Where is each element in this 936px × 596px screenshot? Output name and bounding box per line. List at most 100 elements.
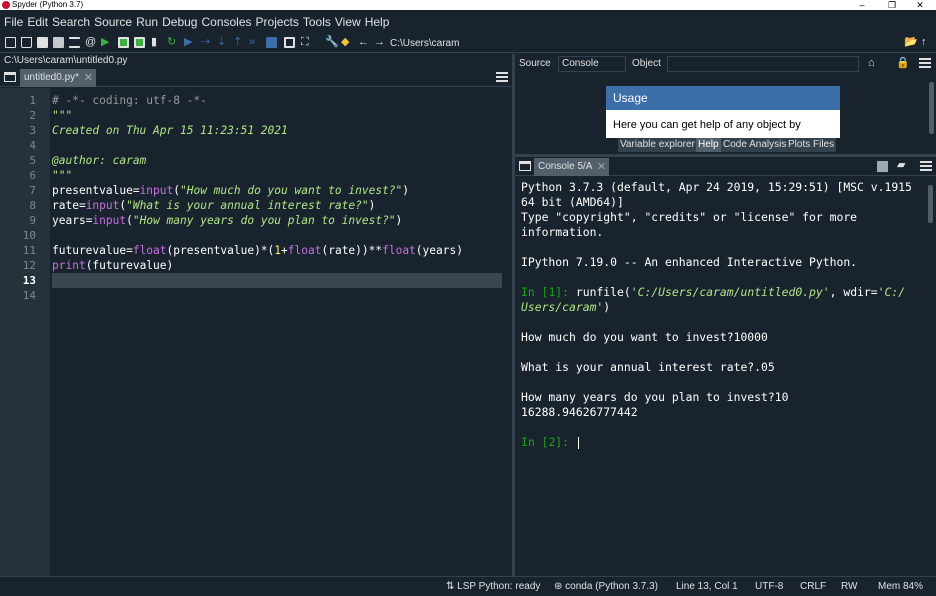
- menu-tools[interactable]: Tools: [303, 15, 331, 29]
- code-line[interactable]: """: [52, 168, 72, 183]
- menu-run[interactable]: Run: [136, 15, 158, 29]
- code-area[interactable]: # -*- coding: utf-8 -*- """ Created on Thu…: [52, 88, 502, 576]
- code-line[interactable]: # -*- coding: utf-8 -*-: [52, 93, 207, 108]
- save-all-icon[interactable]: [53, 37, 64, 48]
- stop-icon[interactable]: [266, 37, 277, 48]
- code-line[interactable]: futurevalue=float(presentvalue)*(1+float…: [52, 243, 463, 258]
- console-token: information.: [521, 225, 604, 239]
- step-icon[interactable]: ⇢: [201, 35, 210, 49]
- help-tab-bar: Variable explorer Help Code Analysis Plo…: [515, 138, 936, 153]
- menu-edit[interactable]: Edit: [27, 15, 48, 29]
- code-line[interactable]: presentvalue=input("How much do you want…: [52, 183, 409, 198]
- tab-console[interactable]: Console 5/A ✕: [534, 158, 609, 176]
- code-line[interactable]: """: [52, 108, 72, 123]
- run-cell-icon[interactable]: [118, 37, 129, 48]
- console-token: How much do you want to invest?10000: [521, 330, 768, 344]
- step-return-icon[interactable]: ⇡: [233, 35, 242, 49]
- line-number: 5: [29, 154, 36, 167]
- at-icon[interactable]: @: [85, 35, 96, 49]
- browse-tabs-icon[interactable]: [4, 72, 16, 82]
- file-permissions: RW: [841, 581, 858, 592]
- run-selection-icon[interactable]: ▮: [151, 35, 157, 49]
- editor-scrollbar[interactable]: [504, 88, 510, 576]
- run-icon[interactable]: ▶: [101, 35, 109, 49]
- console-line: Python 3.7.3 (default, Apr 24 2019, 15:2…: [521, 180, 912, 195]
- menu-consoles[interactable]: Consoles: [201, 15, 251, 29]
- preferences-icon[interactable]: 🔧: [325, 35, 339, 49]
- code-token: Created on Thu Apr 15 11:23:51 2021: [52, 124, 288, 137]
- editor-options-icon[interactable]: [496, 72, 508, 82]
- browse-consoles-icon[interactable]: [519, 161, 531, 171]
- menu-source[interactable]: Source: [94, 15, 132, 29]
- code-token: # -*- coding: utf-8 -*-: [52, 94, 207, 107]
- help-scrollbar[interactable]: [929, 82, 934, 134]
- code-line[interactable]: rate=input("What is your annual interest…: [52, 198, 375, 213]
- console-line: How much do you want to invest?10000: [521, 330, 768, 345]
- file-list-icon[interactable]: [69, 37, 80, 48]
- menu-help[interactable]: Help: [365, 15, 390, 29]
- code-token: @author: caram: [52, 154, 147, 167]
- code-line[interactable]: years=input("How many years do you plan …: [52, 213, 402, 228]
- spyder-logo-icon: [2, 1, 10, 9]
- console-scrollbar[interactable]: [928, 185, 933, 575]
- conda-status: ⊛ conda (Python 3.7.3): [554, 581, 659, 592]
- tab-label: untitled0.py*: [24, 72, 80, 83]
- maximize-pane-icon[interactable]: [284, 37, 295, 48]
- fullscreen-icon[interactable]: ⛶: [301, 35, 309, 49]
- close-tab-icon[interactable]: ✕: [84, 69, 93, 87]
- menu-projects[interactable]: Projects: [256, 15, 299, 29]
- code-token: float: [287, 244, 322, 257]
- menu-debug[interactable]: Debug: [162, 15, 197, 29]
- working-directory-input[interactable]: C:\Users\caram: [390, 36, 900, 51]
- tab-code-analysis[interactable]: Code Analysis: [721, 138, 789, 152]
- maximize-button[interactable]: ❐: [882, 0, 902, 10]
- rerun-icon[interactable]: ↻: [167, 35, 176, 49]
- close-button[interactable]: ✕: [910, 0, 930, 10]
- source-select[interactable]: Console: [558, 56, 626, 72]
- lock-icon[interactable]: 🔒: [896, 56, 910, 70]
- menu-view[interactable]: View: [335, 15, 361, 29]
- step-into-icon[interactable]: ⇣: [217, 35, 226, 49]
- debug-icon[interactable]: ▶: [184, 35, 192, 49]
- window-title: Spyder (Python 3.7): [12, 0, 84, 9]
- tab-help[interactable]: Help: [696, 138, 721, 152]
- line-number: 1: [29, 94, 36, 107]
- tab-files[interactable]: Files: [811, 138, 837, 152]
- tab-untitled0[interactable]: untitled0.py* ✕: [20, 69, 96, 87]
- run-cell-advance-icon[interactable]: [134, 37, 145, 48]
- console-token: runfile(: [575, 285, 631, 299]
- line-number: 3: [29, 124, 36, 137]
- minimize-button[interactable]: –: [852, 0, 872, 10]
- ipython-console[interactable]: Python 3.7.3 (default, Apr 24 2019, 15:2…: [515, 177, 936, 576]
- interrupt-kernel-icon[interactable]: [877, 161, 888, 172]
- save-icon[interactable]: [37, 37, 48, 48]
- console-options-icon[interactable]: [920, 161, 932, 171]
- code-token: print: [52, 259, 86, 272]
- parent-folder-icon[interactable]: ↑: [921, 35, 927, 49]
- clear-console-icon[interactable]: ▰: [897, 158, 905, 172]
- help-options-icon[interactable]: [919, 58, 931, 68]
- tab-variable-explorer[interactable]: Variable explorer: [618, 138, 697, 152]
- open-file-icon[interactable]: [21, 37, 32, 48]
- tab-plots[interactable]: Plots: [786, 138, 813, 152]
- console-scroll-thumb[interactable]: [928, 185, 933, 223]
- forward-icon[interactable]: →: [374, 35, 385, 49]
- menu-file[interactable]: File: [4, 15, 23, 29]
- code-token: ): [368, 199, 376, 212]
- code-editor[interactable]: 1 2 3 4 5 6 7 8 9 10 11 12 13 14 # -*- coding: utf-8 …: [0, 88, 512, 576]
- code-line[interactable]: print(futurevalue): [52, 258, 173, 273]
- conda-status-text: conda (Python 3.7.3): [565, 581, 659, 592]
- browse-folder-icon[interactable]: 📂: [904, 35, 918, 49]
- new-file-icon[interactable]: [5, 37, 16, 48]
- code-line[interactable]: @author: caram: [52, 153, 146, 168]
- home-icon[interactable]: ⌂: [868, 56, 875, 70]
- usage-panel: Usage Here you can get help of any objec…: [606, 86, 840, 138]
- back-icon[interactable]: ←: [358, 35, 369, 49]
- python-path-icon[interactable]: ◆: [341, 35, 349, 49]
- menu-search[interactable]: Search: [52, 15, 90, 29]
- continue-icon[interactable]: »: [249, 35, 255, 49]
- object-input[interactable]: [667, 56, 859, 72]
- close-console-icon[interactable]: ✕: [597, 158, 606, 176]
- console-token: In [: [521, 285, 549, 299]
- code-line[interactable]: Created on Thu Apr 15 11:23:51 2021: [52, 123, 288, 138]
